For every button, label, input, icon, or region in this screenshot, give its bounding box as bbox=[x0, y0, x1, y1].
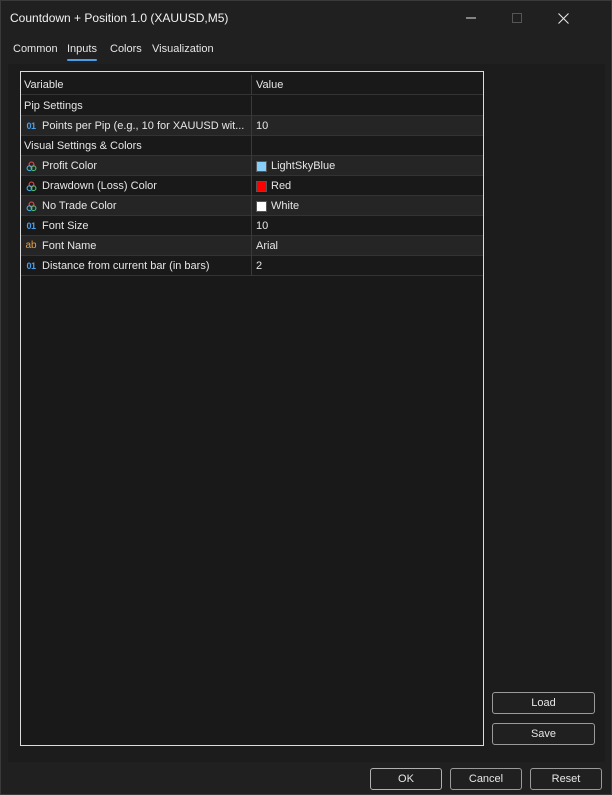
tab-bar: Common Inputs Colors Visualization bbox=[1, 41, 611, 63]
save-button[interactable]: Save bbox=[492, 723, 595, 745]
variable-name: No Trade Color bbox=[42, 200, 117, 212]
variable-cell: 01 Points per Pip (e.g., 10 for XAUUSD w… bbox=[21, 116, 251, 136]
variable-cell: No Trade Color bbox=[21, 196, 251, 216]
value-text: LightSkyBlue bbox=[271, 160, 336, 172]
grid-header: Variable Value bbox=[21, 75, 483, 95]
load-button[interactable]: Load bbox=[492, 692, 595, 714]
maximize-icon bbox=[512, 13, 522, 23]
maximize-button bbox=[494, 1, 540, 35]
value-cell[interactable]: Arial bbox=[251, 236, 483, 256]
value-text: 10 bbox=[256, 220, 269, 232]
group-row-pip-settings: Pip Settings bbox=[21, 96, 483, 116]
variable-name: Drawdown (Loss) Color bbox=[42, 180, 157, 192]
number-icon: 01 bbox=[26, 220, 36, 231]
variable-cell: 01 Font Size bbox=[21, 216, 251, 236]
minimize-button[interactable] bbox=[448, 1, 494, 35]
value-text: White bbox=[271, 200, 300, 212]
group-value bbox=[251, 96, 483, 116]
value-text: Red bbox=[271, 180, 292, 192]
variable-cell: 01 Distance from current bar (in bars) bbox=[21, 256, 251, 276]
inputs-panel: Variable Value Pip Settings 01 Points pe… bbox=[8, 64, 605, 762]
minimize-icon bbox=[466, 17, 476, 19]
column-header-variable[interactable]: Variable bbox=[21, 75, 251, 95]
variable-name: Points per Pip (e.g., 10 for XAUUSD wit.… bbox=[42, 120, 245, 132]
tab-colors[interactable]: Colors bbox=[110, 43, 142, 55]
value-text: Arial bbox=[256, 240, 279, 252]
value-cell[interactable]: 2 bbox=[251, 256, 483, 276]
color-icon bbox=[24, 200, 38, 212]
value-cell[interactable]: White bbox=[251, 196, 483, 216]
variable-cell: ab Font Name bbox=[21, 236, 251, 256]
reset-button[interactable]: Reset bbox=[530, 768, 602, 790]
variable-name: Profit Color bbox=[42, 160, 98, 172]
value-cell[interactable]: 10 bbox=[251, 216, 483, 236]
group-value bbox=[251, 136, 483, 156]
close-icon bbox=[557, 12, 569, 24]
number-icon: 01 bbox=[26, 260, 36, 271]
dialog-window: Countdown + Position 1.0 (XAUUSD,M5) Com… bbox=[0, 0, 612, 795]
tab-inputs-label: Inputs bbox=[67, 43, 97, 55]
variable-name: Distance from current bar (in bars) bbox=[42, 260, 210, 272]
variable-name: Font Size bbox=[42, 220, 89, 232]
color-swatch bbox=[256, 180, 267, 192]
value-cell[interactable]: Red bbox=[251, 176, 483, 196]
tab-inputs[interactable]: Inputs bbox=[67, 43, 97, 61]
string-icon: ab bbox=[25, 240, 37, 251]
value-cell[interactable]: 10 bbox=[251, 116, 483, 136]
table-row[interactable]: 01 Points per Pip (e.g., 10 for XAUUSD w… bbox=[21, 116, 483, 136]
group-label: Visual Settings & Colors bbox=[24, 140, 142, 152]
color-swatch bbox=[256, 200, 267, 212]
group-label: Pip Settings bbox=[24, 100, 83, 112]
title-bar[interactable]: Countdown + Position 1.0 (XAUUSD,M5) bbox=[1, 1, 611, 35]
variable-cell: Profit Color bbox=[21, 156, 251, 176]
table-row[interactable]: Drawdown (Loss) Color Red bbox=[21, 176, 483, 196]
active-tab-indicator bbox=[67, 59, 97, 61]
column-header-value[interactable]: Value bbox=[251, 75, 483, 95]
close-button[interactable] bbox=[540, 1, 586, 35]
color-icon bbox=[24, 180, 38, 192]
value-cell[interactable]: LightSkyBlue bbox=[251, 156, 483, 176]
table-row[interactable]: Profit Color LightSkyBlue bbox=[21, 156, 483, 176]
variable-name: Font Name bbox=[42, 240, 97, 252]
variable-cell: Drawdown (Loss) Color bbox=[21, 176, 251, 196]
window-title: Countdown + Position 1.0 (XAUUSD,M5) bbox=[10, 11, 229, 25]
inputs-grid: Variable Value Pip Settings 01 Points pe… bbox=[20, 71, 484, 746]
group-row-visual-settings: Visual Settings & Colors bbox=[21, 136, 483, 156]
color-swatch bbox=[256, 160, 267, 172]
value-text: 2 bbox=[256, 260, 263, 272]
number-icon: 01 bbox=[26, 120, 36, 131]
value-text: 10 bbox=[256, 120, 269, 132]
cancel-button[interactable]: Cancel bbox=[450, 768, 522, 790]
table-row[interactable]: ab Font Name Arial bbox=[21, 236, 483, 256]
table-row[interactable]: 01 Font Size 10 bbox=[21, 216, 483, 236]
tab-common[interactable]: Common bbox=[13, 43, 58, 55]
table-row[interactable]: No Trade Color White bbox=[21, 196, 483, 216]
color-icon bbox=[24, 160, 38, 172]
table-row[interactable]: 01 Distance from current bar (in bars) 2 bbox=[21, 256, 483, 276]
tab-visualization[interactable]: Visualization bbox=[152, 43, 214, 55]
ok-button[interactable]: OK bbox=[370, 768, 442, 790]
